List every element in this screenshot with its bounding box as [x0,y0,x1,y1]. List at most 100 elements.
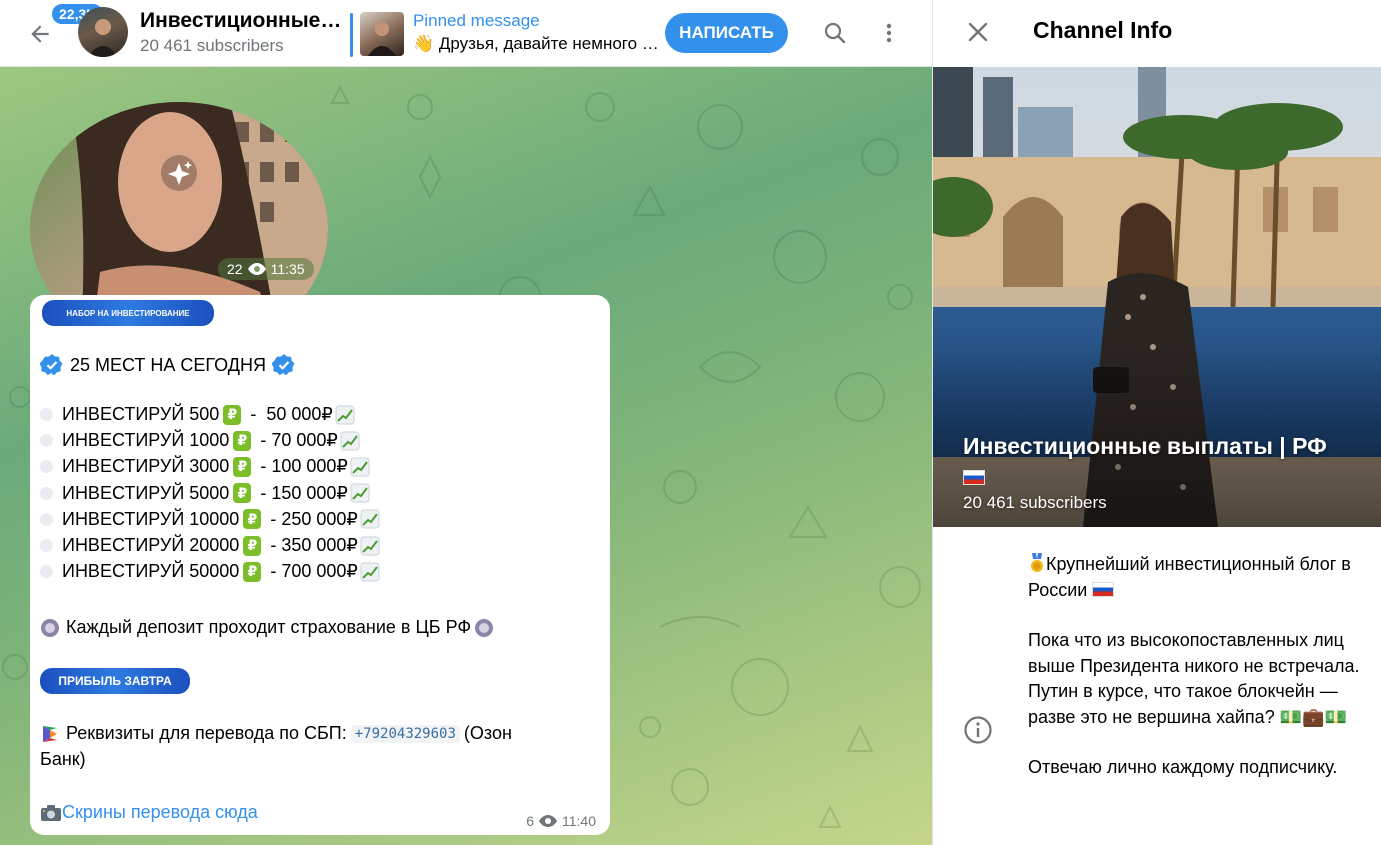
offer-payout: 50 000₽ [266,404,333,424]
video-time: 11:35 [270,261,305,277]
offer-invest: ИНВЕСТИРУЙ 20000 [62,535,240,555]
insurance-line: Каждый депозит проходит страхование в ЦБ… [40,617,494,638]
search-icon [824,22,846,44]
close-icon [968,22,988,42]
channel-name-text: Инвестиционные выплаты | РФ [963,433,1327,459]
channel-post: НАБОР НА ИНВЕСТИРОВАНИЕ 25 МЕСТ НА СЕГОД… [30,295,610,835]
more-button[interactable] [869,13,909,53]
about-paragraph-2: Пока что из высокопоставленных лиц выше … [1028,630,1360,727]
channel-name: Инвестиционные выплаты | РФ [963,431,1363,491]
offer-row: ИНВЕСТИРУЙ 10000 ₽ - 250 000₽ [40,509,380,530]
about-paragraph-1: Крупнейший инвестиционный блог в России [1028,552,1378,603]
channel-description: Крупнейший инвестиционный блог в России … [1028,552,1378,806]
sparkles-icon [161,155,197,191]
write-button[interactable]: НАПИСАТЬ [665,13,788,53]
eye-icon [247,263,266,275]
flag-ru-icon [1092,581,1115,597]
camera-icon [41,804,61,821]
bullet-dot [40,408,53,421]
offer-invest: ИНВЕСТИРУЙ 10000 [62,508,240,529]
channel-subscribers: 20 461 subscribers [140,36,284,55]
bullet-dot [40,565,53,579]
offer-payout: 350 000₽ [281,535,358,555]
offer-row: ИНВЕСТИРУЙ 500 ₽ - 50 000₽ [40,404,355,425]
offer-payout: 100 000₽ [271,456,348,477]
requisites-label: Реквизиты для перевода по СБП: [66,723,347,743]
video-views: 22 [227,261,243,277]
ruble-icon: ₽ [233,483,252,504]
chat-area: 22,3K Инвестиционные выплаты | РФ 20 461… [0,0,932,845]
verified-icon [40,354,63,376]
offer-row: ИНВЕСТИРУЙ 20000 ₽ - 350 000₽ [40,535,380,556]
info-header: Channel Info [933,0,1381,67]
pinned-label: Pinned message [413,11,540,30]
offer-separator: - [265,535,282,555]
offer-separator: - [265,561,282,582]
channel-info-panel: Channel Info Инвестиционные выплаты | РФ… [932,0,1381,845]
offer-invest: ИНВЕСТИРУЙ 1000 [62,430,230,451]
sbp-icon [43,725,57,742]
chart-up-icon [360,536,380,555]
bank-line: Банк) [40,749,86,770]
requisites-line: Реквизиты для перевода по СБП: +79204329… [40,723,512,744]
cb-emblem-icon [41,618,59,637]
back-arrow-icon [31,25,49,43]
chart-up-icon [340,431,360,451]
offer-invest: ИНВЕСТИРУЙ 500 [62,404,220,424]
bullet-dot [40,486,53,500]
offer-payout: 150 000₽ [271,482,348,503]
banner-profit-tomorrow: ПРИБЫЛЬ ЗАВТРА [40,668,190,694]
ruble-icon: ₽ [223,404,242,425]
offer-row: ИНВЕСТИРУЙ 1000 ₽ - 70 000₽ [40,430,360,451]
channel-title[interactable]: Инвестиционные выплаты | РФ [140,9,345,33]
screens-link[interactable]: Скрины перевода сюда [62,802,258,823]
close-info-button[interactable] [958,12,998,52]
headline-text: 25 МЕСТ НА СЕГОДНЯ [70,354,266,375]
pinned-message[interactable]: Pinned message 👋 Друзья, давайте немного… [350,9,663,57]
ruble-icon: ₽ [233,430,252,451]
more-vertical-icon [886,23,892,43]
screens-line: Скрины перевода сюда [40,802,258,823]
bank-name-line1: (Озон [463,723,512,743]
ruble-icon: ₽ [243,561,262,582]
offer-invest: ИНВЕСТИРУЙ 5000 [62,482,230,503]
bullet-dot [40,539,53,552]
offer-separator: - [255,456,272,477]
offer-row: ИНВЕСТИРУЙ 5000 ₽ - 150 000₽ [40,483,370,504]
post-views: 6 [526,813,534,829]
channel-photo[interactable]: Инвестиционные выплаты | РФ 20 461 subsc… [933,67,1381,527]
pinned-text: 👋 Друзья, давайте немного познакомимся [413,34,663,53]
chart-up-icon [335,405,355,424]
offer-row: ИНВЕСТИРУЙ 50000 ₽ - 700 000₽ [40,561,380,582]
phone-number[interactable]: +79204329603 [350,724,460,743]
chat-header: 22,3K Инвестиционные выплаты | РФ 20 461… [0,0,932,67]
offer-payout: 70 000₽ [271,430,338,451]
offer-invest: ИНВЕСТИРУЙ 50000 [62,561,240,582]
medal-icon [1031,553,1043,572]
offer-invest: ИНВЕСТИРУЙ 3000 [62,456,230,477]
bullet-dot [40,460,53,474]
info-icon [964,716,992,744]
flag-ru-icon [963,470,985,485]
channel-subscribers-info: 20 461 subscribers [963,493,1107,512]
cb-emblem-icon [475,618,494,637]
offer-row: ИНВЕСТИРУЙ 3000 ₽ - 100 000₽ [40,456,370,477]
offer-separator: - [255,482,272,503]
ruble-icon: ₽ [233,456,252,477]
ruble-icon: ₽ [243,535,262,556]
bank-name-line2: Банк) [40,749,86,769]
about-paragraph-3: Отвечаю лично каждому подписчику. [1028,757,1338,777]
channel-avatar[interactable] [78,7,128,57]
chart-up-icon [360,509,380,529]
post-meta: 6 11:40 [526,813,596,829]
search-button[interactable] [815,13,855,53]
banner-invest-recruitment: НАБОР НА ИНВЕСТИРОВАНИЕ [42,300,214,326]
offer-separator: - [245,404,267,424]
info-title: Channel Info [1033,17,1173,43]
verified-icon [271,354,295,376]
ruble-icon: ₽ [243,509,262,530]
offer-separator: - [255,430,272,451]
offer-separator: - [265,508,282,529]
video-meta: 22 11:35 [218,258,314,280]
pinned-thumbnail [360,12,404,56]
